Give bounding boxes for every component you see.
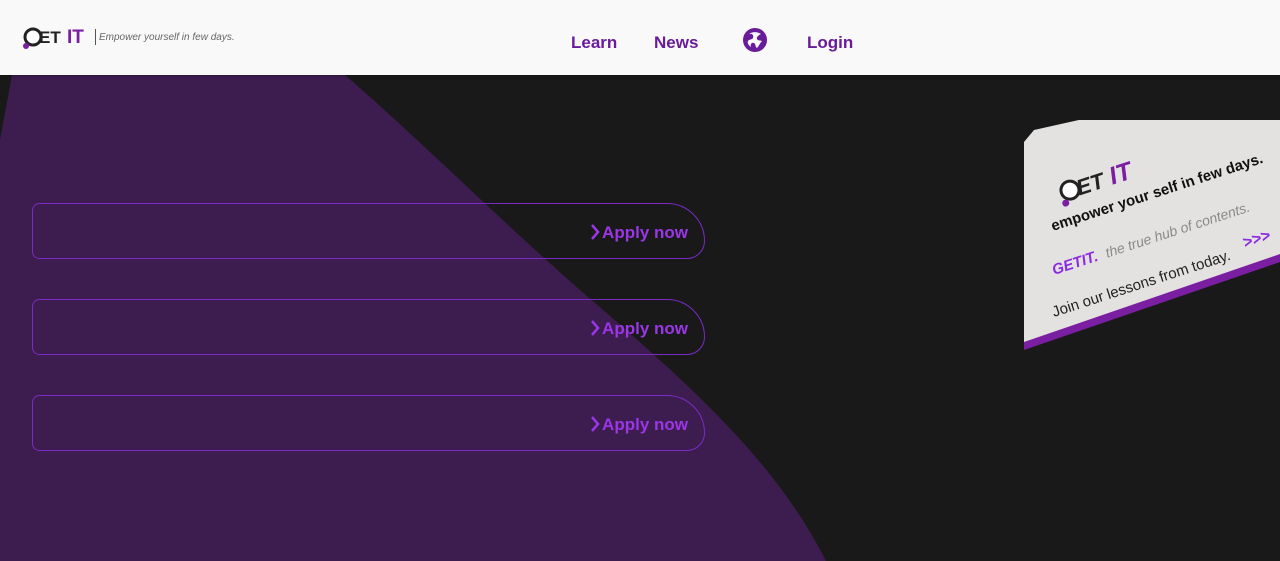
apply-now-button[interactable]: Apply now — [602, 319, 688, 339]
apply-card-2[interactable]: Apply now — [32, 299, 705, 355]
logo-divider — [95, 29, 96, 45]
header-tagline: Empower yourself in few days. — [99, 32, 235, 43]
apply-card-1[interactable]: Apply now — [32, 203, 705, 259]
svg-text:IT: IT — [67, 27, 84, 48]
svg-text:ET: ET — [39, 28, 61, 47]
chevron-right-icon — [591, 224, 600, 240]
top-navbar: ET IT Empower yourself in few days. Lear… — [0, 0, 1280, 75]
nav-learn-link[interactable]: Learn — [571, 33, 617, 53]
apply-card-3[interactable]: Apply now — [32, 395, 705, 451]
promo-card: ET IT empower your self in few days. GET… — [1024, 120, 1280, 380]
apply-now-button[interactable]: Apply now — [602, 223, 688, 243]
chevron-right-icon — [591, 416, 600, 432]
globe-icon[interactable] — [742, 27, 768, 53]
chevron-right-icon — [591, 320, 600, 336]
promo-card-graphic: ET IT empower your self in few days. GET… — [1024, 120, 1280, 350]
getit-logo[interactable]: ET IT — [22, 20, 92, 54]
nav-login-link[interactable]: Login — [807, 33, 853, 53]
nav-news-link[interactable]: News — [654, 33, 698, 53]
apply-now-button[interactable]: Apply now — [602, 415, 688, 435]
